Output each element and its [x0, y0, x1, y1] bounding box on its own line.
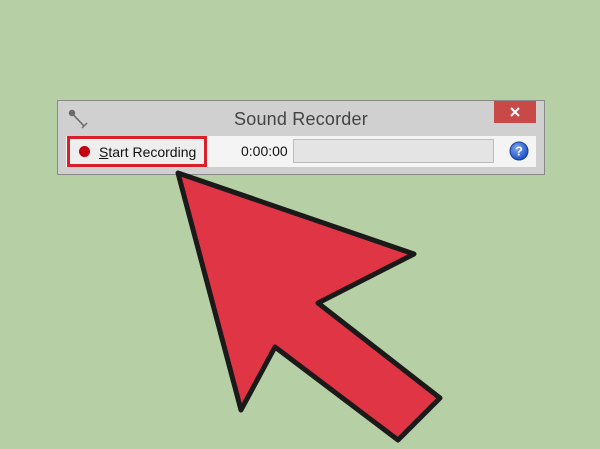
start-recording-label: Start Recording	[99, 144, 196, 160]
window-title: Sound Recorder	[234, 109, 368, 129]
record-dot-icon	[79, 146, 90, 157]
svg-text:?: ?	[515, 144, 523, 159]
sound-recorder-window: Sound Recorder Start Recording 0:00:00 ?	[57, 100, 545, 175]
elapsed-time: 0:00:00	[241, 143, 288, 159]
start-label-rest: tart Recording	[108, 143, 197, 160]
close-button[interactable]	[494, 101, 536, 123]
title-bar[interactable]: Sound Recorder	[58, 101, 544, 136]
close-icon	[510, 107, 520, 117]
help-icon[interactable]: ?	[509, 141, 529, 161]
start-label-mnemonic: S	[99, 143, 109, 160]
recorder-toolbar: Start Recording 0:00:00 ?	[66, 136, 536, 167]
level-meter	[293, 139, 494, 163]
arrow-pointer-icon	[175, 170, 443, 443]
start-recording-button[interactable]: Start Recording	[67, 136, 207, 167]
